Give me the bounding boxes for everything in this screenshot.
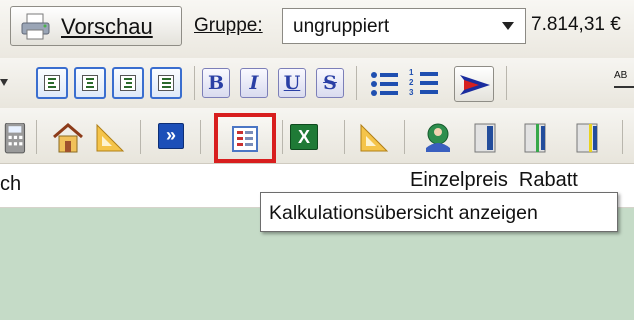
separator	[200, 120, 201, 154]
calculation-overview-button[interactable]	[214, 113, 276, 163]
separator	[622, 120, 623, 154]
chevron-down-icon	[502, 22, 514, 30]
numbered-list-lines	[420, 72, 438, 94]
printer-icon	[21, 13, 50, 40]
forward-icon: »	[165, 125, 176, 145]
top-toolbar: Vorschau Gruppe: ungruppiert 7.814,31 €	[0, 0, 634, 58]
column-insert-icon[interactable]	[520, 122, 552, 154]
tooltip: Kalkulationsübersicht anzeigen	[260, 192, 618, 232]
group-select[interactable]: ungruppiert	[282, 8, 526, 44]
amount-total: 7.814,31 €	[531, 14, 621, 35]
format-toolbar: B I U S 1 2 3 AB	[0, 58, 634, 108]
align-right-button[interactable]	[112, 67, 144, 99]
numbered-list-digits: 1 2 3	[409, 68, 414, 97]
separator	[36, 120, 37, 154]
align-justify-button[interactable]	[150, 67, 182, 99]
arrow-right-icon	[460, 75, 490, 95]
tooltip-text: Kalkulationsübersicht anzeigen	[269, 202, 538, 224]
group-select-value: ungruppiert	[293, 16, 390, 37]
bold-button[interactable]: B	[202, 68, 230, 98]
align-center-button[interactable]	[74, 67, 106, 99]
strikethrough-button[interactable]: S	[316, 68, 344, 98]
bullet-list-icon[interactable]	[370, 70, 400, 98]
align-center-icon	[82, 75, 98, 91]
tools-toolbar: » X	[0, 108, 634, 164]
excel-export-button[interactable]: X	[290, 124, 318, 150]
column-width-icon[interactable]	[572, 122, 604, 154]
overflow-icon	[614, 86, 634, 88]
separator	[282, 120, 283, 154]
dropdown-arrow-icon[interactable]	[0, 78, 8, 88]
column-icon[interactable]	[470, 122, 502, 154]
align-right-icon	[120, 75, 136, 91]
align-left-button[interactable]	[36, 67, 68, 99]
align-left-icon	[44, 75, 60, 91]
calculator-icon[interactable]	[0, 123, 32, 155]
overflow-button[interactable]: AB	[614, 68, 634, 98]
send-button[interactable]	[454, 66, 494, 102]
separator	[140, 120, 141, 154]
home-icon[interactable]	[52, 122, 84, 154]
overflow-text: AB	[614, 70, 628, 81]
numbered-list-icon[interactable]: 1 2 3	[408, 68, 440, 100]
preview-button[interactable]: Vorschau	[10, 6, 182, 46]
separator	[506, 66, 507, 100]
header-left-fragment: ch	[0, 173, 22, 195]
user-globe-icon[interactable]	[422, 122, 454, 154]
triangle-ruler-icon[interactable]	[94, 122, 126, 154]
group-label: Gruppe:	[194, 15, 263, 36]
italic-button[interactable]: I	[240, 68, 268, 98]
underline-button[interactable]: U	[278, 68, 306, 98]
triangle-ruler-icon[interactable]	[358, 122, 390, 154]
separator	[344, 120, 345, 154]
separator	[404, 120, 405, 154]
excel-icon: X	[297, 127, 310, 147]
forward-button[interactable]: »	[158, 123, 184, 149]
calculation-overview-icon	[232, 126, 258, 152]
preview-label: Vorschau	[61, 14, 153, 39]
separator	[194, 66, 195, 100]
header-right-fragment: Einzelpreis Rabatt	[410, 169, 578, 191]
align-justify-icon	[158, 75, 174, 91]
separator	[356, 66, 357, 100]
